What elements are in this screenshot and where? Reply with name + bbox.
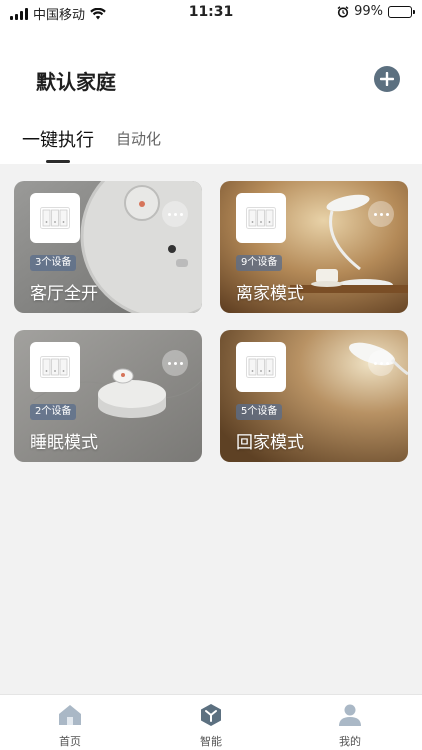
scene-card-sleep[interactable]: 2个设备 睡眠模式: [14, 330, 202, 462]
scene-tabs: 一键执行 自动化: [0, 126, 422, 164]
device-count-badge: 3个设备: [30, 255, 77, 271]
switch-panel-icon: [30, 342, 80, 392]
smart-cube-icon: [201, 704, 221, 726]
user-icon: [339, 704, 361, 726]
scene-name: 离家模式: [236, 284, 304, 304]
scene-card-living-room[interactable]: 3个设备 客厅全开: [14, 181, 202, 313]
device-count-badge: 5个设备: [236, 404, 283, 420]
scene-list: 3个设备 客厅全开 9个设备 离家模式 2个设备 睡眠模式 5个设备 回家模式: [0, 164, 422, 694]
home-name-title[interactable]: 默认家庭: [36, 66, 116, 95]
scene-card-leave-home[interactable]: 9个设备 离家模式: [220, 181, 408, 313]
status-right: 99%: [337, 4, 415, 19]
tabbar-item-home[interactable]: 首页: [35, 703, 105, 749]
device-count-badge: 2个设备: [30, 404, 77, 420]
switch-panel-icon: [30, 193, 80, 243]
add-scene-button[interactable]: [374, 66, 400, 92]
tab-active-indicator: [46, 160, 70, 163]
status-bar: 中国移动 11:31 99%: [0, 0, 422, 26]
tabbar-item-mine[interactable]: 我的: [315, 703, 385, 749]
battery-percent: 99%: [354, 4, 383, 19]
tabbar-label: 首页: [59, 735, 81, 748]
scene-name: 回家模式: [236, 433, 304, 453]
tab-automation[interactable]: 自动化: [116, 128, 161, 149]
switch-panel-icon: [236, 193, 286, 243]
more-dots-icon[interactable]: [368, 201, 394, 227]
scene-card-return-home[interactable]: 5个设备 回家模式: [220, 330, 408, 462]
device-count-badge: 9个设备: [236, 255, 283, 271]
more-dots-icon[interactable]: [368, 350, 394, 376]
plus-icon: [380, 72, 394, 86]
more-dots-icon[interactable]: [162, 350, 188, 376]
scene-name: 客厅全开: [30, 284, 98, 304]
bottom-tab-bar: 首页 智能 我的: [0, 694, 422, 750]
tab-one-click[interactable]: 一键执行: [22, 126, 94, 152]
tabbar-label: 智能: [200, 735, 222, 748]
more-dots-icon[interactable]: [162, 201, 188, 227]
home-icon: [59, 705, 81, 725]
scene-name: 睡眠模式: [30, 433, 98, 453]
tabbar-item-smart[interactable]: 智能: [176, 703, 246, 749]
battery-charging-icon: [388, 5, 415, 18]
switch-panel-icon: [236, 342, 286, 392]
alarm-icon: [337, 5, 349, 18]
tabbar-label: 我的: [339, 735, 361, 748]
